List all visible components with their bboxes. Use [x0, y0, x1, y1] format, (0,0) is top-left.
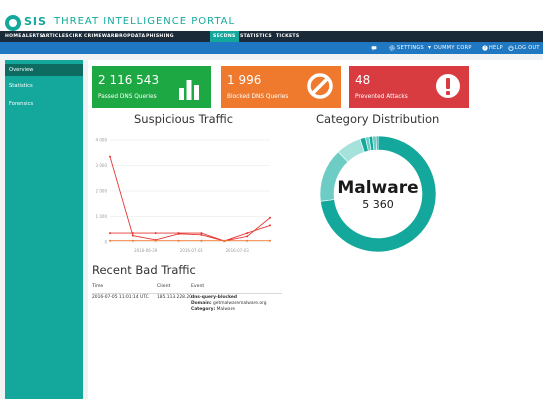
data-point[interactable]	[109, 155, 111, 158]
sidebar: Overview Statistics Forensics	[5, 60, 83, 399]
data-point[interactable]	[154, 239, 157, 242]
y-tick-label: 1 000	[96, 214, 108, 219]
category-value: Malware	[216, 307, 236, 312]
alert-icon	[436, 74, 460, 98]
y-tick-label: 4 000	[96, 138, 108, 143]
donut-center-value: 5 360	[362, 198, 394, 211]
data-point[interactable]	[200, 233, 203, 236]
settings-link[interactable]: SETTINGS	[397, 42, 424, 54]
data-point[interactable]	[269, 239, 271, 242]
series-line-0	[109, 156, 271, 242]
gear-icon[interactable]	[389, 45, 395, 51]
brand-name: SIS	[24, 15, 47, 28]
stat-label: Blocked DNS Queries	[227, 94, 289, 100]
data-point[interactable]	[109, 232, 111, 235]
nav-articles[interactable]: ARTICLES	[42, 31, 69, 42]
sidebar-item-overview[interactable]: Overview	[5, 64, 83, 76]
nav-cirk[interactable]: CIRK	[69, 31, 82, 42]
data-point[interactable]	[200, 232, 203, 235]
recent-traffic-title: Recent Bad Traffic	[92, 263, 196, 277]
column-header-time[interactable]: Time	[92, 284, 103, 289]
nav-dropdata[interactable]: DROPDATA	[115, 31, 145, 42]
nav-phishing[interactable]: PHISHING	[146, 31, 174, 42]
stat-card-prevented[interactable]: 48 Prevented Attacks	[349, 66, 469, 108]
donut-slice-7[interactable]	[375, 135, 379, 151]
nav-tickets[interactable]: TICKETS	[276, 31, 299, 42]
data-point[interactable]	[246, 232, 249, 235]
nav-alerts[interactable]: ALERTS	[22, 31, 43, 42]
data-point[interactable]	[269, 216, 271, 219]
column-header-event[interactable]: Event	[191, 284, 204, 289]
table-header-divider	[92, 293, 282, 294]
portal-title: THREAT INTELLIGENCE PORTAL	[54, 16, 236, 27]
nav-home[interactable]: HOME	[5, 31, 22, 42]
stat-value: 48	[355, 73, 371, 87]
data-point[interactable]	[177, 232, 180, 235]
y-tick-label: 3 000	[96, 163, 108, 168]
data-point[interactable]	[131, 232, 134, 235]
category-distribution-chart: Malware 5 360	[319, 135, 437, 253]
category-chart-title: Category Distribution	[316, 112, 440, 126]
chat-icon[interactable]	[371, 45, 377, 51]
app-window: SIS THREAT INTELLIGENCE PORTAL HOME ALER…	[0, 0, 543, 399]
main-navigation: HOME ALERTS ARTICLES CIRK CRIMEWARE DROP…	[0, 31, 543, 42]
column-header-client[interactable]: Client	[157, 284, 170, 289]
stat-value: 1 996	[227, 73, 262, 87]
x-tick-label: 2016-06-29	[134, 248, 158, 253]
data-point[interactable]	[131, 239, 134, 242]
data-point[interactable]	[246, 235, 249, 238]
data-point[interactable]	[154, 232, 157, 235]
y-tick-label: 0	[104, 240, 107, 245]
cell-time: 2016-07-05 11:01:14 UTC	[92, 295, 149, 300]
data-point[interactable]	[109, 239, 111, 242]
series-line-1	[110, 224, 271, 242]
donut-center-label: Malware	[337, 178, 418, 198]
data-point[interactable]	[131, 234, 134, 237]
sidebar-item-forensics[interactable]: Forensics	[5, 98, 83, 110]
csis-logo-icon[interactable]	[5, 15, 21, 31]
y-tick-label: 2 000	[96, 189, 108, 194]
nav-crimeware[interactable]: CRIMEWARE	[84, 31, 118, 42]
data-point[interactable]	[223, 239, 226, 242]
svg-text:?: ?	[484, 46, 486, 51]
help-link[interactable]: HELP	[489, 42, 503, 54]
user-toolbar: SETTINGS ▾ DUMMY CORP ? HELP LOG OUT	[0, 42, 543, 54]
suspicious-traffic-chart: 0 1 000 2 000 3 000 4 000 2016-06-29 2016-07-0…	[96, 138, 271, 253]
stat-label: Prevented Attacks	[355, 94, 408, 100]
sidebar-item-statistics[interactable]: Statistics	[5, 80, 83, 92]
category-label: Category:	[191, 307, 216, 312]
nav-statistics[interactable]: STATISTICS	[240, 31, 272, 42]
nav-secdns[interactable]: SECDNS	[210, 31, 239, 42]
brand-header: SIS THREAT INTELLIGENCE PORTAL	[0, 0, 543, 31]
data-point[interactable]	[200, 239, 203, 242]
cell-category: Category: Malware	[191, 307, 235, 313]
data-point[interactable]	[269, 224, 271, 227]
stat-label: Passed DNS Queries	[98, 94, 157, 100]
x-tick-label: 2016-07-03	[226, 248, 250, 253]
power-icon[interactable]	[508, 45, 514, 51]
domain-value: getmalwaremalware.org	[213, 301, 267, 306]
stat-card-passed[interactable]: 2 116 543 Passed DNS Queries	[92, 66, 211, 108]
cell-client: 185.113.228.20	[157, 295, 192, 300]
organization-selector[interactable]: DUMMY CORP	[434, 42, 472, 54]
logout-link[interactable]: LOG OUT	[515, 42, 540, 54]
bar-chart-icon	[179, 80, 199, 100]
data-point[interactable]	[177, 239, 180, 242]
blocked-icon	[307, 73, 333, 99]
x-tick-label: 2016-07-01	[180, 248, 204, 253]
stat-card-blocked[interactable]: 1 996 Blocked DNS Queries	[221, 66, 341, 108]
help-icon[interactable]: ?	[482, 45, 488, 51]
data-point[interactable]	[246, 239, 249, 242]
stat-value: 2 116 543	[98, 73, 160, 87]
traffic-chart-title: Suspicious Traffic	[134, 112, 234, 126]
filter-icon[interactable]: ▾	[428, 42, 431, 54]
domain-label: Domain:	[191, 301, 212, 306]
